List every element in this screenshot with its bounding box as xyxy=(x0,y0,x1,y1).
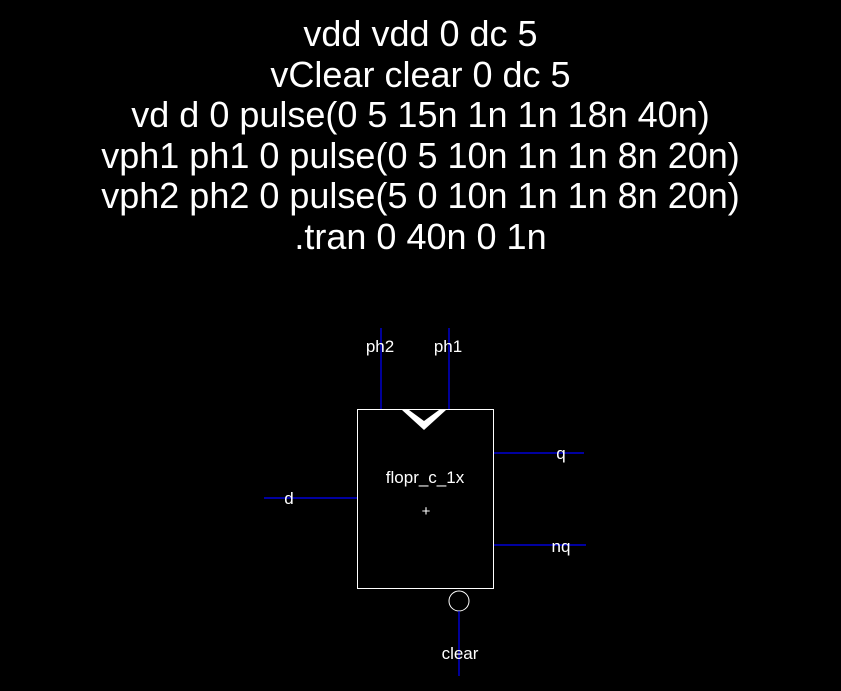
origin-marker: + xyxy=(422,503,431,520)
schematic-canvas[interactable]: flopr_c_1x + ph2 ph1 d q nq clear xyxy=(0,0,841,691)
pin-label-ph1: ph1 xyxy=(434,337,462,356)
pin-label-q: q xyxy=(556,444,565,463)
pin-label-clear: clear xyxy=(442,644,479,663)
pin-label-nq: nq xyxy=(552,537,571,556)
pin-label-ph2: ph2 xyxy=(366,337,394,356)
flopr-symbol-body[interactable] xyxy=(357,409,494,589)
clear-bubble-icon xyxy=(448,590,470,612)
pin-label-d: d xyxy=(284,489,293,508)
cell-name-label: flopr_c_1x xyxy=(386,468,465,487)
